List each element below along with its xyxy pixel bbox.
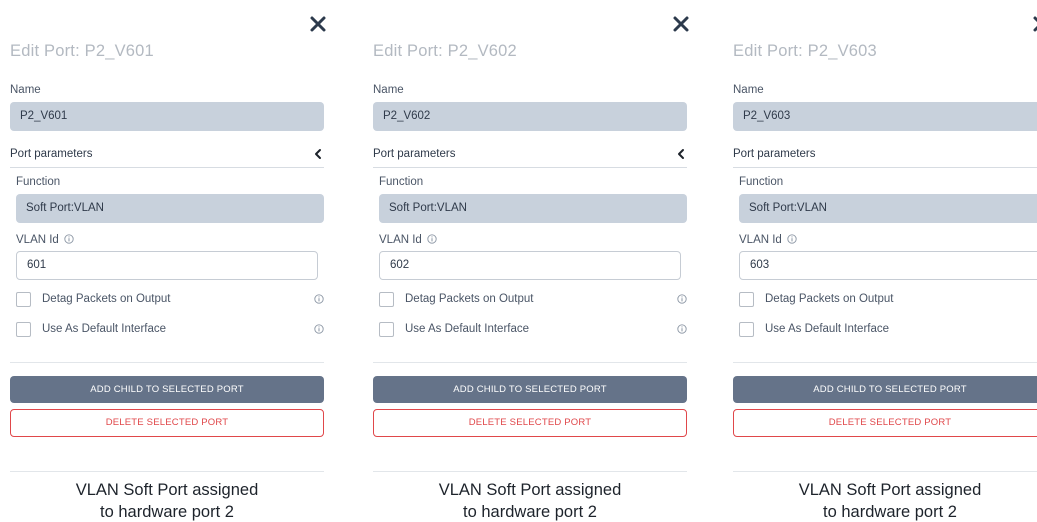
figure-caption: VLAN Soft Port assigned to hardware port… (373, 479, 687, 522)
divider (373, 471, 687, 472)
vlan-id-label: VLAN Id (379, 234, 437, 246)
edit-port-form: Edit Port: P2_V603 Name P2_V603 Port par… (733, 0, 1037, 522)
default-interface-option: Use As Default Interface (739, 322, 1037, 340)
function-field: Soft Port:VLAN (16, 194, 324, 223)
default-interface-option: Use As Default Interface (16, 322, 324, 340)
caption-line: VLAN Soft Port assigned (438, 481, 622, 499)
page-title: Edit Port: P2_V602 (373, 42, 517, 60)
caption-line: VLAN Soft Port assigned (75, 481, 259, 499)
figure-caption: VLAN Soft Port assigned to hardware port… (733, 479, 1037, 522)
detag-packets-checkbox[interactable] (739, 292, 754, 307)
name-field[interactable]: P2_V603 (733, 102, 1037, 131)
close-icon[interactable] (307, 13, 329, 35)
divider (373, 362, 687, 363)
edit-port-panel: Edit Port: P2_V603 Name P2_V603 Port par… (723, 0, 1037, 522)
default-interface-label: Use As Default Interface (405, 323, 530, 335)
info-icon[interactable] (787, 234, 797, 244)
info-icon[interactable] (314, 324, 324, 334)
info-icon[interactable] (427, 234, 437, 244)
default-interface-label: Use As Default Interface (765, 323, 890, 335)
chevron-left-icon[interactable] (312, 147, 324, 161)
name-label: Name (733, 84, 764, 96)
detag-packets-checkbox[interactable] (379, 292, 394, 307)
caption-line: to hardware port 2 (463, 503, 597, 521)
vlan-id-label: VLAN Id (16, 234, 74, 246)
edit-port-form: Edit Port: P2_V601 Name P2_V601 Port par… (10, 0, 326, 522)
add-child-button[interactable]: ADD CHILD TO SELECTED PORT (733, 376, 1037, 403)
default-interface-checkbox[interactable] (739, 322, 754, 337)
vlan-id-label: VLAN Id (739, 234, 797, 246)
function-label: Function (16, 176, 61, 188)
default-interface-option: Use As Default Interface (379, 322, 687, 340)
port-parameters-section-header[interactable]: Port parameters (373, 146, 687, 168)
info-icon[interactable] (677, 294, 687, 304)
function-label: Function (739, 176, 784, 188)
function-field: Soft Port:VLAN (739, 194, 1037, 223)
detag-packets-label: Detag Packets on Output (405, 293, 534, 305)
info-icon[interactable] (64, 234, 74, 244)
name-label: Name (10, 84, 41, 96)
delete-port-button[interactable]: DELETE SELECTED PORT (373, 409, 687, 437)
close-icon[interactable] (1030, 13, 1037, 35)
detag-packets-label: Detag Packets on Output (765, 293, 894, 305)
vlan-id-input[interactable]: 601 (16, 251, 318, 280)
port-parameters-section-header[interactable]: Port parameters (10, 146, 324, 168)
detag-packets-label: Detag Packets on Output (42, 293, 171, 305)
edit-port-panel: Edit Port: P2_V602 Name P2_V602 Port par… (363, 0, 698, 522)
detag-packets-checkbox[interactable] (16, 292, 31, 307)
detag-packets-option: Detag Packets on Output (16, 292, 324, 310)
divider (733, 471, 1037, 472)
close-icon[interactable] (670, 13, 692, 35)
name-field[interactable]: P2_V601 (10, 102, 324, 131)
delete-port-button[interactable]: DELETE SELECTED PORT (10, 409, 324, 437)
vlan-id-label-text: VLAN Id (379, 234, 422, 246)
function-label: Function (379, 176, 424, 188)
port-parameters-section-header[interactable]: Port parameters (733, 146, 1037, 168)
caption-line: VLAN Soft Port assigned (798, 481, 982, 499)
info-icon[interactable] (314, 294, 324, 304)
caption-line: to hardware port 2 (823, 503, 957, 521)
name-label: Name (373, 84, 404, 96)
vlan-id-input[interactable]: 602 (379, 251, 681, 280)
divider (733, 362, 1037, 363)
port-parameters-label: Port parameters (10, 148, 93, 160)
name-field[interactable]: P2_V602 (373, 102, 687, 131)
edit-port-panel: Edit Port: P2_V601 Name P2_V601 Port par… (0, 0, 335, 522)
port-parameters-label: Port parameters (373, 148, 456, 160)
default-interface-label: Use As Default Interface (42, 323, 167, 335)
port-parameters-label: Port parameters (733, 148, 816, 160)
default-interface-checkbox[interactable] (16, 322, 31, 337)
add-child-button[interactable]: ADD CHILD TO SELECTED PORT (10, 376, 324, 403)
page-title: Edit Port: P2_V601 (10, 42, 154, 60)
detag-packets-option: Detag Packets on Output (379, 292, 687, 310)
edit-port-form: Edit Port: P2_V602 Name P2_V602 Port par… (373, 0, 689, 522)
delete-port-button[interactable]: DELETE SELECTED PORT (733, 409, 1037, 437)
add-child-button[interactable]: ADD CHILD TO SELECTED PORT (373, 376, 687, 403)
divider (10, 362, 324, 363)
divider (10, 471, 324, 472)
vlan-id-label-text: VLAN Id (739, 234, 782, 246)
vlan-id-input[interactable]: 603 (739, 251, 1037, 280)
chevron-left-icon[interactable] (675, 147, 687, 161)
detag-packets-option: Detag Packets on Output (739, 292, 1037, 310)
figure-caption: VLAN Soft Port assigned to hardware port… (10, 479, 324, 522)
info-icon[interactable] (677, 324, 687, 334)
caption-line: to hardware port 2 (100, 503, 234, 521)
default-interface-checkbox[interactable] (379, 322, 394, 337)
page-title: Edit Port: P2_V603 (733, 42, 877, 60)
vlan-id-label-text: VLAN Id (16, 234, 59, 246)
function-field: Soft Port:VLAN (379, 194, 687, 223)
